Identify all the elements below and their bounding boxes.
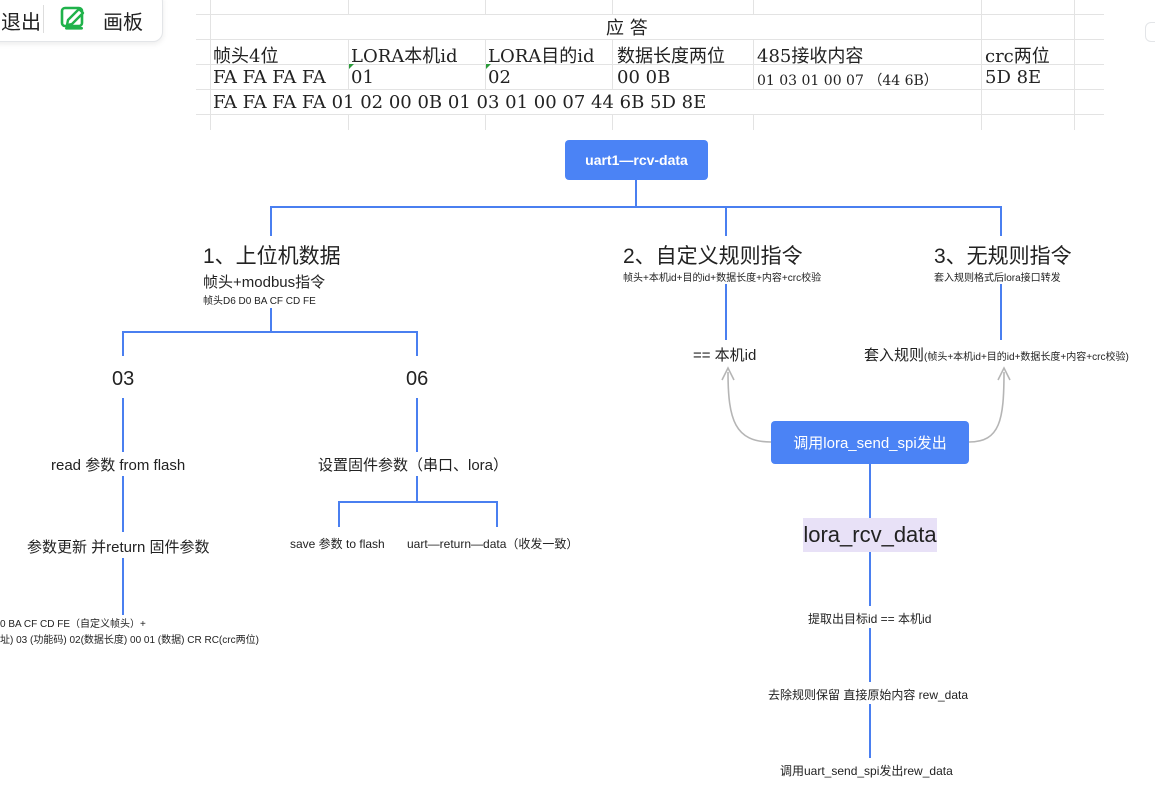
code-06[interactable]: 06 [406,368,428,391]
uart-return-node[interactable]: uart—return—data（收发一致） [407,535,578,552]
lora-send-node[interactable]: 调用lora_send_spi发出 [771,421,969,464]
branch3-subtitle[interactable]: 套入规则格式后lora接口转发 [934,269,1061,284]
branch3-title[interactable]: 3、无规则指令 [934,240,1072,270]
root-node[interactable]: uart1—rcv-data [565,140,708,180]
uart-send-node[interactable]: 调用uart_send_spi发出rew_data [780,762,953,779]
eq-local-id-node[interactable]: == 本机id [693,344,756,365]
code-03[interactable]: 03 [112,368,134,391]
branch2-title[interactable]: 2、自定义规则指令 [623,240,803,270]
save-flash-node[interactable]: save 参数 to flash [290,535,385,552]
branch1-title[interactable]: 1、上位机数据 [203,240,341,270]
lora-rcv-node[interactable]: lora_rcv_data [803,518,937,552]
update-params-node[interactable]: 参数更新 并return 固件参数 [27,536,210,557]
strip-rule-node[interactable]: 去除规则保留 直接原始内容 rew_data [768,686,968,703]
branch1-subtitle[interactable]: 帧头+modbus指令 [203,271,325,292]
set-params-node[interactable]: 设置固件参数（串口、lora） [318,454,508,475]
wrap-rule-main: 套入规则 [864,347,925,364]
wrap-rule-detail: (帧头+本机id+目的id+数据长度+内容+crc校验) [924,352,1129,363]
branch2-subtitle[interactable]: 帧头+本机id+目的id+数据长度+内容+crc校验 [623,269,821,284]
extract-id-node[interactable]: 提取出目标id == 本机id [808,610,931,627]
frame-format-line1[interactable]: 0 BA CF CD FE（自定义帧头）+ [0,615,146,630]
wrap-rule-node[interactable]: 套入规则(帧头+本机id+目的id+数据长度+内容+crc校验) [864,344,1129,365]
frame-format-line2[interactable]: 址) 03 (功能码) 02(数据长度) 00 01 (数据) CR RC(cr… [0,631,259,646]
read-flash-node[interactable]: read 参数 from flash [51,454,185,475]
branch1-note[interactable]: 帧头D6 D0 BA CF CD FE [203,292,316,307]
feedback-arrows [721,366,1011,443]
